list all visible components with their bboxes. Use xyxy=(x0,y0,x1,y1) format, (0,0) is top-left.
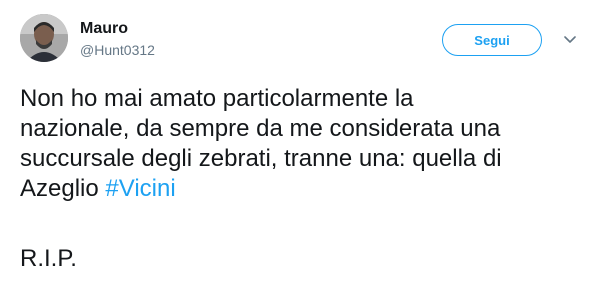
hashtag-link[interactable]: #Vicini xyxy=(105,175,175,202)
chevron-down-icon[interactable] xyxy=(562,32,578,48)
tweet-text-line: nazionale, da sempre da me considerata u… xyxy=(20,115,501,142)
tweet-text: Non ho mai amato particolarmente la nazi… xyxy=(20,84,600,204)
tweet-text-line: succursale degli zebrati, tranne una: qu… xyxy=(20,145,502,172)
author-handle[interactable]: @Hunt0312 xyxy=(80,42,155,58)
author-name[interactable]: Mauro xyxy=(80,20,128,38)
tweet-signoff: R.I.P. xyxy=(20,245,77,272)
tweet-card: Mauro @Hunt0312 Segui Non ho mai amato p… xyxy=(0,0,614,281)
avatar-image xyxy=(20,14,68,62)
tweet-text-line: Azeglio xyxy=(20,175,106,202)
tweet-text-line: Non ho mai amato particolarmente la xyxy=(20,85,414,112)
follow-button[interactable]: Segui xyxy=(442,24,542,56)
avatar[interactable] xyxy=(20,14,68,62)
